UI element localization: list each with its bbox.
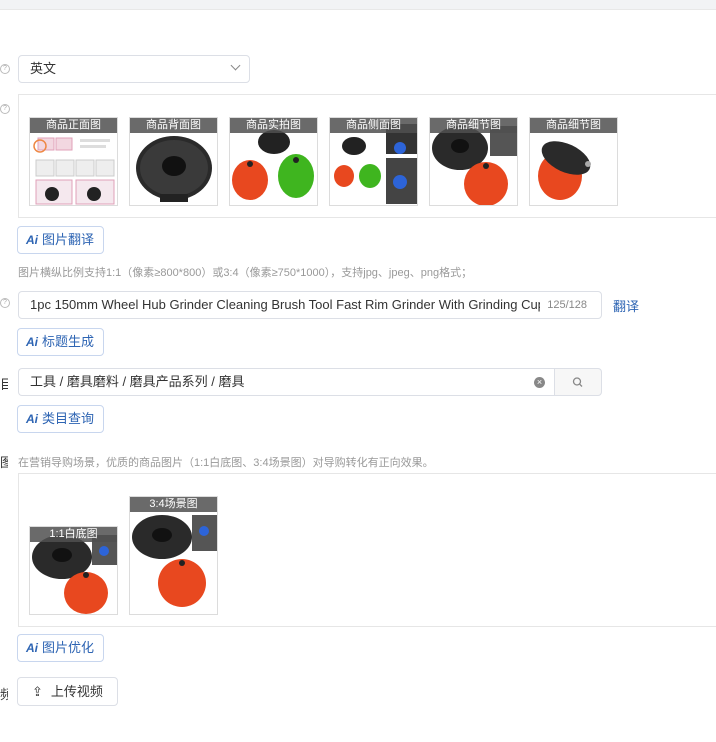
- image-tag: 商品细节图: [430, 118, 517, 133]
- image-tag: 商品正面图: [30, 118, 117, 133]
- marketing-label-edge: 图: [0, 455, 8, 470]
- main-image-thumb-3[interactable]: 商品实拍图: [229, 117, 318, 206]
- category-search-button[interactable]: [554, 368, 602, 396]
- category-label-edge: 目: [0, 377, 8, 392]
- image-translate-label: 图片翻译: [42, 232, 95, 247]
- main-image-thumb-4[interactable]: 商品侧面图: [329, 117, 418, 206]
- help-icon[interactable]: ?: [0, 104, 10, 114]
- upload-video-label: 上传视频: [50, 684, 103, 699]
- image-tag: 3:4场景图: [130, 497, 217, 512]
- main-image-panel: 商品正面图 商品背面图 商品实拍图 商品侧面图 商品细节图 商品细节图: [18, 94, 716, 218]
- language-select[interactable]: 英文: [18, 55, 250, 83]
- main-image-thumb-2[interactable]: 商品背面图: [129, 117, 218, 206]
- image-spec-hint: 图片横纵比例支持1:1（像素≥800*800）或3:4（像素≥750*1000）…: [18, 267, 473, 279]
- image-tag: 商品侧面图: [330, 118, 417, 133]
- ai-icon: Ai: [26, 233, 38, 247]
- video-label-edge: 频: [0, 687, 8, 702]
- title-generate-button[interactable]: Ai 标题生成: [17, 328, 105, 356]
- main-image-thumb-6[interactable]: 商品细节图: [529, 117, 618, 206]
- chevron-down-icon: [230, 60, 241, 71]
- category-input[interactable]: 工具 / 磨具磨料 / 磨具产品系列 / 磨具 ×: [18, 368, 555, 396]
- white-bg-image-thumb[interactable]: 1:1白底图: [29, 526, 118, 615]
- product-image: [130, 497, 217, 614]
- image-tag: 1:1白底图: [30, 527, 117, 542]
- marketing-image-panel: 1:1白底图 3:4场景图: [18, 473, 716, 627]
- category-query-button[interactable]: Ai 类目查询: [17, 405, 105, 433]
- main-image-thumb-1[interactable]: 商品正面图: [29, 117, 118, 206]
- top-band: [0, 0, 716, 10]
- main-image-thumb-5[interactable]: 商品细节图: [429, 117, 518, 206]
- image-tag: 商品实拍图: [230, 118, 317, 133]
- upload-icon: ⇪: [32, 684, 43, 699]
- upload-video-button[interactable]: ⇪ 上传视频: [17, 677, 118, 706]
- help-icon[interactable]: ?: [0, 64, 10, 74]
- translate-link[interactable]: 翻译: [613, 296, 639, 315]
- ai-icon: Ai: [26, 412, 38, 426]
- title-input[interactable]: 1pc 150mm Wheel Hub Grinder Cleaning Bru…: [18, 291, 602, 319]
- title-char-count: 125/128: [547, 299, 587, 311]
- scene-image-thumb[interactable]: 3:4场景图: [129, 496, 218, 615]
- category-value: 工具 / 磨具磨料 / 磨具产品系列 / 磨具: [30, 374, 245, 389]
- ai-icon: Ai: [26, 641, 38, 655]
- image-optimize-button[interactable]: Ai 图片优化: [17, 634, 105, 662]
- title-generate-label: 标题生成: [42, 334, 95, 349]
- image-tag: 商品背面图: [130, 118, 217, 133]
- ai-icon: Ai: [26, 335, 38, 349]
- image-translate-button[interactable]: Ai 图片翻译: [17, 226, 105, 254]
- clear-icon[interactable]: ×: [534, 377, 545, 388]
- image-optimize-label: 图片优化: [42, 640, 95, 655]
- category-query-label: 类目查询: [42, 411, 95, 426]
- help-icon[interactable]: ?: [0, 298, 10, 308]
- search-icon: [572, 377, 583, 387]
- language-value: 英文: [30, 61, 57, 76]
- title-value: 1pc 150mm Wheel Hub Grinder Cleaning Bru…: [30, 297, 540, 312]
- marketing-hint: 在营销导购场景，优质的商品图片（1:1白底图、3:4场景图）对导购转化有正向效果…: [18, 457, 434, 469]
- image-tag: 商品细节图: [530, 118, 617, 133]
